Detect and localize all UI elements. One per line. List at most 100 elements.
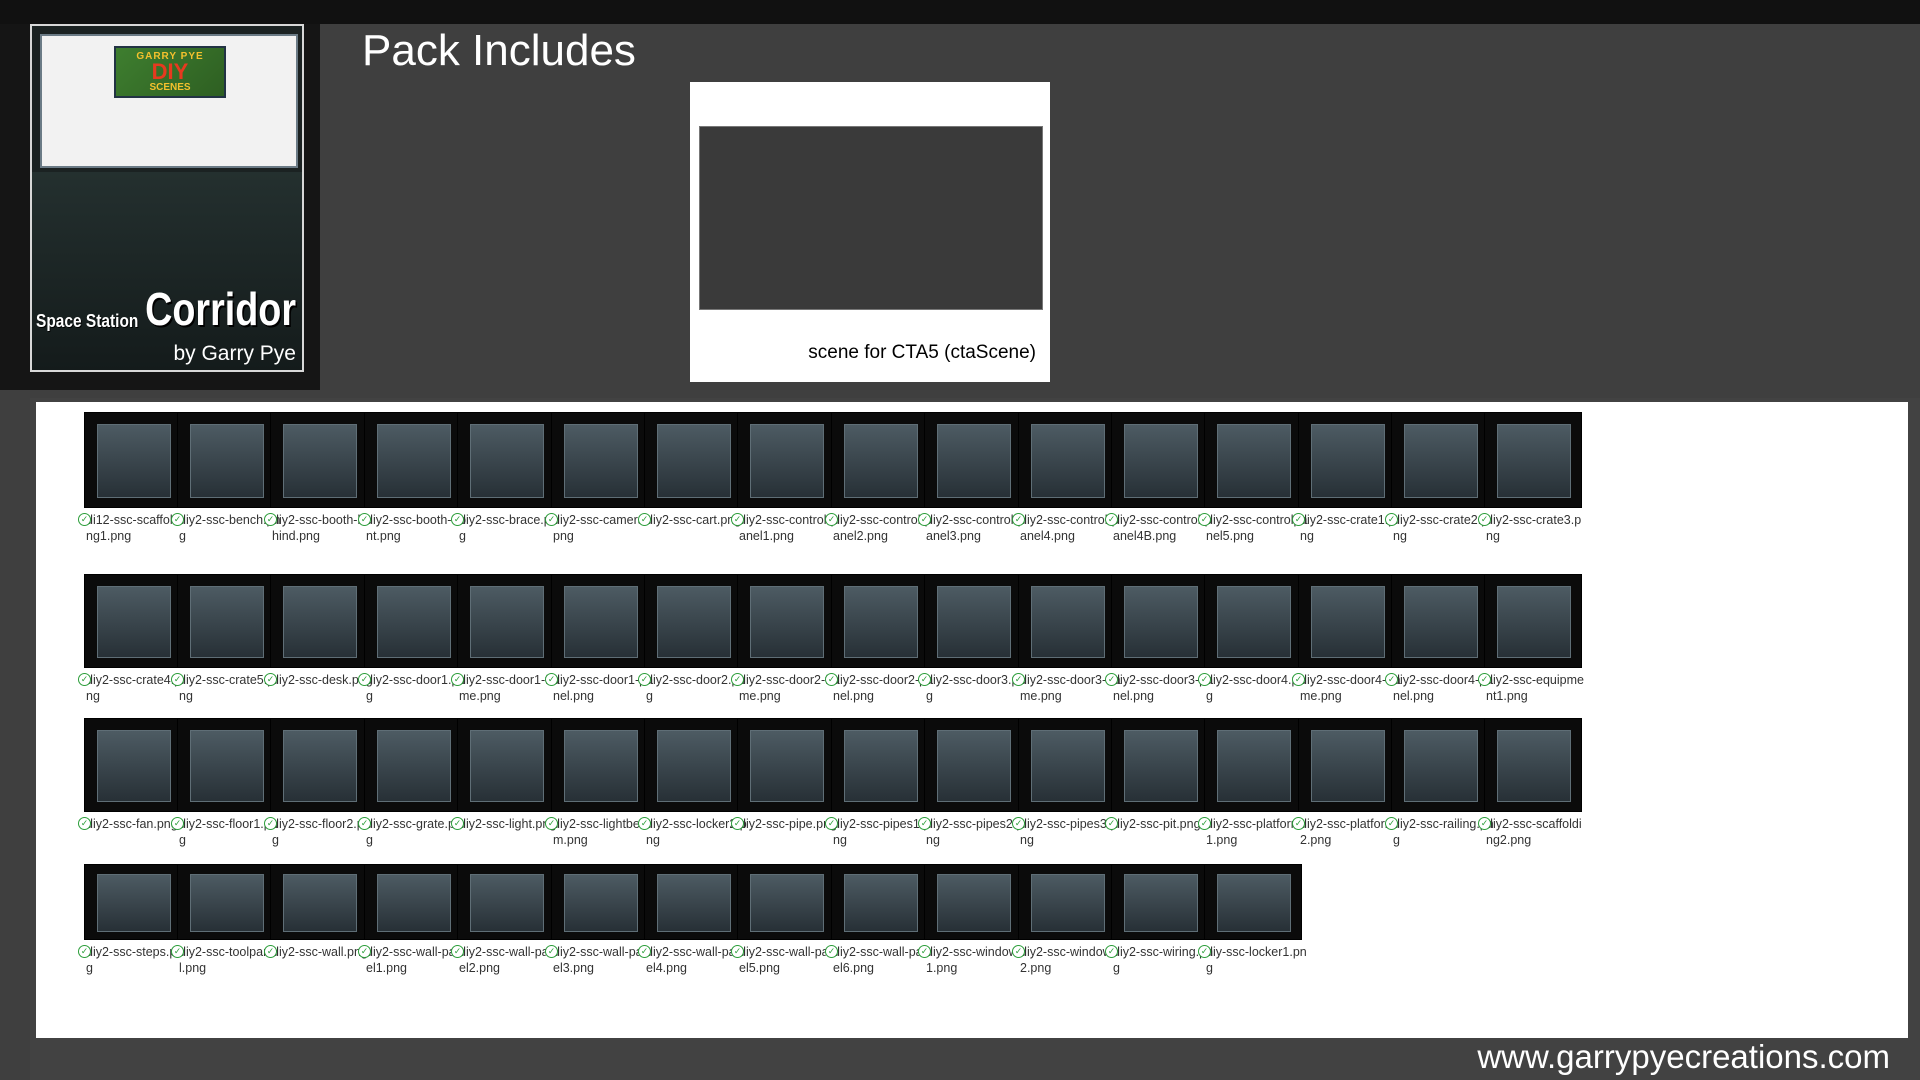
asset-image [1123, 586, 1199, 658]
file-thumbnail [831, 718, 929, 812]
file-grid: ✓ di12-ssc-scaffolding1.png ✓ diy2-ssc-benc… [36, 402, 1908, 1038]
asset-image [936, 586, 1012, 658]
sync-check-icon: ✓ [171, 673, 184, 686]
asset-image [376, 424, 452, 498]
cover-author: by Garry Pye [173, 342, 296, 365]
sync-check-icon: ✓ [171, 513, 184, 526]
asset-image [1310, 424, 1386, 498]
asset-image [656, 873, 732, 933]
file-name-text: diy2-ssc-pit.png [1113, 817, 1201, 831]
cover-title: Corridor [145, 283, 296, 335]
asset-image [1496, 586, 1572, 658]
file-thumbnail [1111, 864, 1209, 940]
file-thumbnail [1298, 718, 1396, 812]
file-thumbnail [737, 412, 835, 508]
asset-image [189, 424, 265, 498]
sync-check-icon: ✓ [825, 513, 838, 526]
sync-check-icon: ✓ [638, 673, 651, 686]
asset-image [1030, 730, 1106, 802]
file-name-text: diy2-ssc-control-panel4B.png [1113, 513, 1212, 543]
asset-image [469, 730, 545, 802]
file-thumbnail [1111, 412, 1209, 508]
asset-image [469, 586, 545, 658]
file-thumbnail [177, 574, 275, 668]
asset-image [189, 873, 265, 933]
file-thumbnail [364, 864, 462, 940]
file-name-text: diy2-ssc-crate5.png [179, 673, 275, 703]
asset-image [1403, 730, 1479, 802]
sync-check-icon: ✓ [1198, 673, 1211, 686]
file-name-text: diy2-ssc-window1.png [926, 945, 1018, 975]
sync-check-icon: ✓ [451, 817, 464, 830]
file-thumbnail [1111, 574, 1209, 668]
sync-check-icon: ✓ [358, 673, 371, 686]
file-name: ✓ diy2-ssc-crate3.png [1478, 512, 1588, 544]
file-thumbnail [177, 412, 275, 508]
sync-check-icon: ✓ [1198, 945, 1211, 958]
sync-check-icon: ✓ [918, 673, 931, 686]
asset-image [96, 424, 172, 498]
sync-check-icon: ✓ [451, 945, 464, 958]
asset-image [189, 586, 265, 658]
asset-image [469, 424, 545, 498]
file-thumbnail [1018, 412, 1116, 508]
file-name-text: diy2-ssc-fan.png [86, 817, 178, 831]
scene-preview-card: scene for CTA5 (ctaScene) [690, 82, 1050, 382]
sync-check-icon: ✓ [358, 945, 371, 958]
file-name-text: diy2-ssc-control-panel2.png [833, 513, 932, 543]
file-name-text: di12-ssc-scaffolding1.png [86, 513, 183, 543]
logo-line-3: SCENES [149, 82, 191, 93]
asset-image [1496, 730, 1572, 802]
asset-image [1216, 873, 1292, 933]
scene-preview-caption: scene for CTA5 (ctaScene) [808, 342, 1036, 363]
asset-image [469, 873, 545, 933]
sync-check-icon: ✓ [171, 945, 184, 958]
sync-check-icon: ✓ [1292, 817, 1305, 830]
file-thumbnail [551, 574, 649, 668]
asset-image [96, 873, 172, 933]
file-thumbnail [84, 864, 182, 940]
file-thumbnail [364, 412, 462, 508]
file-thumbnail [1391, 574, 1489, 668]
sync-check-icon: ✓ [1198, 513, 1211, 526]
file-thumbnail [270, 574, 368, 668]
file-name-text: diy2-ssc-door4.png [1206, 673, 1306, 703]
asset-image [1030, 424, 1106, 498]
sync-check-icon: ✓ [1478, 513, 1491, 526]
file-name-text: diy2-ssc-booth-behind.png [272, 513, 372, 543]
asset-image [1123, 424, 1199, 498]
sync-check-icon: ✓ [1012, 673, 1025, 686]
file-thumbnail [364, 718, 462, 812]
file-name-text: diy2-ssc-wall-panel5.png [739, 945, 836, 975]
file-thumbnail [84, 412, 182, 508]
file-thumbnail [1391, 718, 1489, 812]
file-thumbnail [1298, 412, 1396, 508]
sync-check-icon: ✓ [731, 673, 744, 686]
file-name-text: diy2-ssc-floor1.png [179, 817, 278, 847]
asset-image [1123, 730, 1199, 802]
file-thumbnail [924, 718, 1022, 812]
asset-image [189, 730, 265, 802]
file-name-text: diy2-ssc-light.png [459, 817, 557, 831]
asset-image [376, 586, 452, 658]
file-thumbnail [924, 412, 1022, 508]
sync-check-icon: ✓ [78, 673, 91, 686]
sync-check-icon: ✓ [1105, 817, 1118, 830]
file-name-text: diy2-ssc-camera.png [553, 513, 649, 543]
sync-check-icon: ✓ [545, 673, 558, 686]
top-bar [0, 0, 1920, 24]
file-thumbnail [1484, 718, 1582, 812]
sync-check-icon: ✓ [264, 945, 277, 958]
sync-check-icon: ✓ [1105, 513, 1118, 526]
asset-image [96, 586, 172, 658]
asset-image [282, 586, 358, 658]
file-thumbnail [84, 574, 182, 668]
file-name-text: diy2-ssc-crate2.png [1393, 513, 1489, 543]
asset-image [749, 730, 825, 802]
logo-line-2: DIY [151, 59, 189, 84]
sync-check-icon: ✓ [918, 513, 931, 526]
file-thumbnail [1204, 574, 1302, 668]
asset-image [936, 424, 1012, 498]
file-name-text: diy2-ssc-brace.png [459, 513, 558, 543]
cover-scene-art [32, 172, 302, 370]
